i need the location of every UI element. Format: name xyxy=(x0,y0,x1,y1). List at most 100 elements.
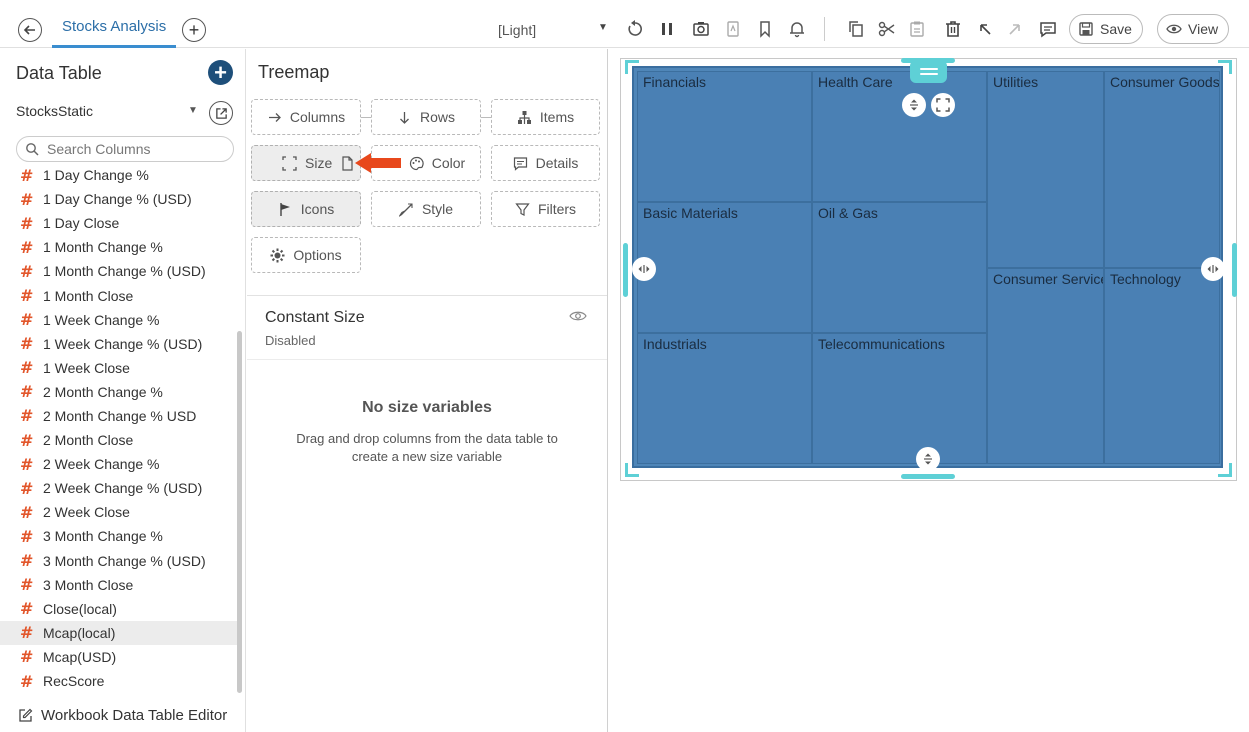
resize-horizontal-handle-right[interactable] xyxy=(1201,257,1225,281)
comment-icon xyxy=(513,156,527,171)
redo-icon[interactable] xyxy=(1004,18,1026,40)
column-item[interactable]: #3 Month Close xyxy=(0,573,238,597)
resize-corner-bottom-left[interactable] xyxy=(625,463,639,477)
icons-button[interactable]: Icons xyxy=(251,191,361,227)
numeric-column-icon: # xyxy=(20,286,34,306)
add-column-button[interactable]: + xyxy=(208,60,233,85)
pause-icon[interactable] xyxy=(656,18,678,40)
pdf-icon[interactable] xyxy=(722,18,744,40)
column-item[interactable]: #1 Day Close xyxy=(0,211,238,235)
column-item[interactable]: # RecScore xyxy=(0,669,238,693)
column-item[interactable]: #1 Month Change % (USD) xyxy=(0,259,238,283)
rows-button[interactable]: Rows xyxy=(371,99,481,135)
chevron-down-icon[interactable]: ▼ xyxy=(188,105,198,116)
refresh-icon[interactable] xyxy=(624,18,646,40)
section-divider xyxy=(247,359,607,360)
treemap-cell-health-care[interactable]: Health Care xyxy=(812,71,987,202)
treemap-canvas[interactable]: Financials Health Care Utilities Consume… xyxy=(632,66,1223,468)
view-button[interactable]: View xyxy=(1157,14,1230,44)
treemap-cell-oil-gas[interactable]: Oil & Gas xyxy=(812,202,987,333)
column-item[interactable]: # Mcap(USD) xyxy=(0,645,238,669)
treemap-cell-telecommunications[interactable]: Telecommunications xyxy=(812,333,987,464)
column-item[interactable]: #1 Day Change % (USD) xyxy=(0,187,238,211)
gear-icon xyxy=(270,248,285,262)
resize-edge-bottom[interactable] xyxy=(901,474,955,479)
save-label: Save xyxy=(1100,21,1132,37)
treemap-cell-basic-materials[interactable]: Basic Materials xyxy=(637,202,812,333)
treemap-cell-consumer-goods[interactable]: Consumer Goods xyxy=(1104,71,1220,268)
scrollbar[interactable] xyxy=(237,331,242,693)
treemap-cell-financials[interactable]: Financials xyxy=(637,71,812,202)
theme-selector[interactable]: [Light] xyxy=(498,22,536,38)
paste-icon[interactable] xyxy=(906,18,928,40)
panel-title: Data Table xyxy=(16,63,102,83)
options-button[interactable]: Options xyxy=(251,237,361,273)
treemap-cell-technology[interactable]: Technology xyxy=(1104,268,1220,464)
undo-icon[interactable] xyxy=(974,18,996,40)
column-item[interactable]: #2 Month Change % USD xyxy=(0,404,238,428)
column-item[interactable]: #2 Month Close xyxy=(0,428,238,452)
open-data-source-button[interactable] xyxy=(209,101,233,125)
column-item[interactable]: #2 Month Change % xyxy=(0,380,238,404)
column-item[interactable]: #1 Month Change % xyxy=(0,235,238,259)
split-horizontal-icon xyxy=(638,265,650,273)
numeric-column-icon: # xyxy=(20,237,34,257)
treemap-cell-utilities[interactable]: Utilities xyxy=(987,71,1104,268)
tab-stocks-analysis[interactable]: Stocks Analysis xyxy=(52,8,177,48)
treemap-cell-industrials[interactable]: Industrials xyxy=(637,333,812,464)
save-button[interactable]: Save xyxy=(1069,14,1143,44)
search-input[interactable] xyxy=(47,141,227,157)
numeric-column-icon: # xyxy=(20,310,34,330)
details-button[interactable]: Details xyxy=(491,145,600,181)
toolbar-divider xyxy=(824,17,825,41)
treemap-cell-consumer-services[interactable]: Consumer Services xyxy=(987,268,1104,464)
comment-icon[interactable] xyxy=(1037,18,1059,40)
drag-handle[interactable] xyxy=(910,60,947,83)
column-item[interactable]: #2 Week Change % (USD) xyxy=(0,476,238,500)
column-item[interactable]: #3 Month Change % xyxy=(0,524,238,548)
workbook-data-table-editor-link[interactable]: Workbook Data Table Editor xyxy=(18,707,227,724)
resize-horizontal-handle-left[interactable] xyxy=(632,257,656,281)
data-source-select[interactable]: StocksStatic xyxy=(16,103,93,119)
style-button[interactable]: Style xyxy=(371,191,481,227)
bookmark-icon[interactable] xyxy=(754,18,776,40)
column-item[interactable]: #2 Week Close xyxy=(0,500,238,524)
column-item[interactable]: #1 Week Close xyxy=(0,356,238,380)
trash-icon[interactable] xyxy=(942,18,964,40)
column-item[interactable]: #1 Week Change % (USD) xyxy=(0,332,238,356)
column-item[interactable]: #2 Week Change % xyxy=(0,452,238,476)
resize-edge-left[interactable] xyxy=(623,243,628,297)
move-vertical-handle[interactable] xyxy=(902,93,926,117)
column-item[interactable]: # Mcap(local) xyxy=(0,620,238,645)
search-icon xyxy=(26,143,39,156)
add-tab-button[interactable]: + xyxy=(182,18,206,42)
filters-button[interactable]: Filters xyxy=(491,191,600,227)
cut-icon[interactable] xyxy=(876,18,898,40)
snapshot-icon[interactable] xyxy=(690,18,712,40)
column-item[interactable]: #1 Month Close xyxy=(0,283,238,307)
items-button[interactable]: Items xyxy=(491,99,600,135)
columns-button[interactable]: Columns xyxy=(251,99,361,135)
column-item[interactable]: # Close(local) xyxy=(0,597,238,621)
resize-edge-right[interactable] xyxy=(1232,243,1237,297)
search-columns[interactable] xyxy=(16,136,234,162)
column-item[interactable]: #3 Month Change % (USD) xyxy=(0,549,238,573)
numeric-column-icon: # xyxy=(20,454,34,474)
resize-corner-bottom-right[interactable] xyxy=(1218,463,1232,477)
size-button[interactable]: Size xyxy=(251,145,361,181)
top-toolbar: Stocks Analysis + [Light] ▼ Save View xyxy=(0,0,1249,48)
copy-icon[interactable] xyxy=(845,18,867,40)
bell-icon[interactable] xyxy=(786,18,808,40)
size-variable-title[interactable]: Constant Size xyxy=(265,309,365,327)
column-item[interactable]: #1 Day Change % xyxy=(0,163,238,187)
column-item[interactable]: #1 Week Change % xyxy=(0,308,238,332)
eye-icon[interactable] xyxy=(569,309,587,323)
back-button[interactable] xyxy=(18,18,42,42)
resize-corner-top-right[interactable] xyxy=(1218,60,1232,74)
column-label: 1 Day Change % (USD) xyxy=(43,191,192,208)
connector-line xyxy=(361,117,371,118)
resize-vertical-handle-bottom[interactable] xyxy=(916,447,940,471)
resize-corner-top-left[interactable] xyxy=(625,60,639,74)
maximize-handle[interactable] xyxy=(931,93,955,117)
chevron-down-icon[interactable]: ▼ xyxy=(598,22,608,33)
